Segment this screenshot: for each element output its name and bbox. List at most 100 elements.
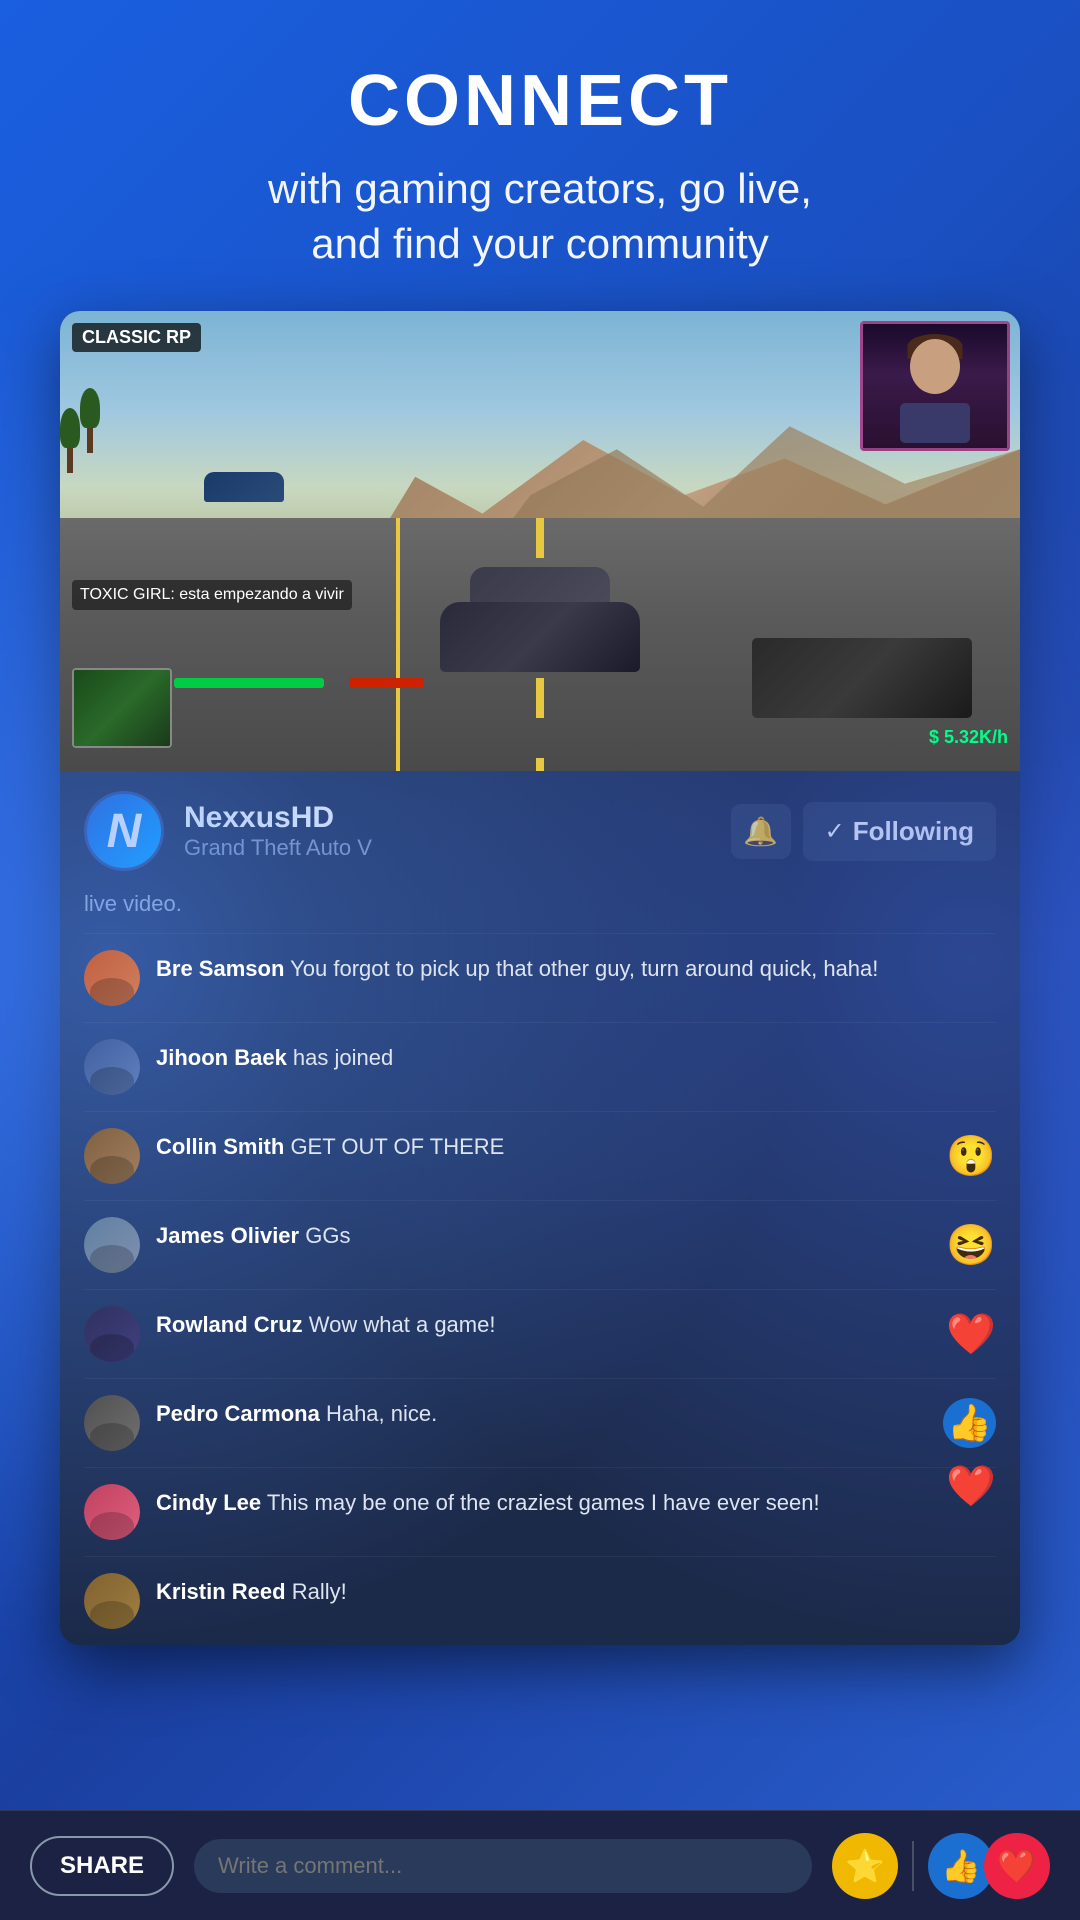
comment-body: Pedro Carmona Haha, nice. bbox=[156, 1395, 996, 1430]
small-car-body bbox=[204, 472, 284, 502]
avatar-jihoon bbox=[84, 1039, 140, 1095]
following-label: Following bbox=[853, 816, 974, 847]
avatar-bre bbox=[84, 950, 140, 1006]
comment-body: Cindy Lee This may be one of the crazies… bbox=[156, 1484, 996, 1519]
comment-avatar bbox=[84, 1039, 140, 1095]
person-head bbox=[910, 339, 960, 394]
comment-name: Cindy Lee bbox=[156, 1490, 261, 1515]
comment-item: Collin Smith GET OUT OF THERE 😲 bbox=[84, 1111, 996, 1200]
hud-chat: TOXIC GIRL: esta empezando a vivir bbox=[72, 580, 352, 610]
star-icon: ⭐ bbox=[845, 1847, 885, 1885]
comment-avatar bbox=[84, 1217, 140, 1273]
avatar-collin bbox=[84, 1128, 140, 1184]
bell-icon: 🔔 bbox=[743, 815, 778, 848]
truck-body bbox=[752, 638, 972, 718]
comment-text: Pedro Carmona Haha, nice. bbox=[156, 1401, 437, 1426]
star-reaction-button[interactable]: ⭐ bbox=[832, 1833, 898, 1899]
like-icon: 👍 bbox=[941, 1847, 981, 1885]
check-icon: ✓ bbox=[825, 817, 845, 846]
comment-name: Rowland Cruz bbox=[156, 1312, 303, 1337]
comment-text: Rowland Cruz Wow what a game! bbox=[156, 1312, 495, 1337]
health-green bbox=[174, 678, 324, 688]
comment-avatar bbox=[84, 1573, 140, 1629]
share-button[interactable]: SHARE bbox=[30, 1836, 174, 1896]
streamer-name: NexxusHD bbox=[184, 801, 711, 835]
stream-actions: 🔔 ✓ Following bbox=[731, 802, 996, 861]
comment-text: Collin Smith GET OUT OF THERE bbox=[156, 1134, 504, 1159]
comment-item: Kristin Reed Rally! bbox=[84, 1556, 996, 1645]
avatar-pedro bbox=[84, 1395, 140, 1451]
divider bbox=[912, 1841, 914, 1891]
hud-label: CLASSIC RP bbox=[72, 323, 201, 352]
comment-text: Kristin Reed Rally! bbox=[156, 1579, 347, 1604]
page-header: CONNECT with gaming creators, go live,an… bbox=[0, 0, 1080, 311]
stream-card: CLASSIC RP TOXIC GIRL: esta empezando a … bbox=[60, 311, 1020, 1645]
tree-2 bbox=[80, 383, 100, 453]
comment-avatar bbox=[84, 1128, 140, 1184]
following-button[interactable]: ✓ Following bbox=[803, 802, 996, 861]
comment-item: James Olivier GGs 😆 bbox=[84, 1200, 996, 1289]
minimap-inner bbox=[74, 670, 170, 746]
comment-name: Kristin Reed bbox=[156, 1579, 286, 1604]
car-small bbox=[204, 472, 284, 512]
comment-name: Bre Samson bbox=[156, 956, 284, 981]
reaction-emoji: 👍 bbox=[943, 1398, 996, 1448]
comment-item: Jihoon Baek has joined bbox=[84, 1022, 996, 1111]
person-shirt bbox=[900, 403, 970, 443]
comments-section: Bre Samson You forgot to pick up that ot… bbox=[60, 933, 1020, 1645]
comment-name: Pedro Carmona bbox=[156, 1401, 320, 1426]
streamer-avatar: N bbox=[84, 791, 164, 871]
bottom-action-bar: SHARE ⭐ 👍 ❤️ bbox=[0, 1810, 1080, 1920]
comment-avatar bbox=[84, 1306, 140, 1362]
stream-game: Grand Theft Auto V bbox=[184, 835, 711, 861]
car-body bbox=[440, 602, 640, 672]
bell-button[interactable]: 🔔 bbox=[731, 804, 791, 859]
webcam-overlay bbox=[860, 321, 1010, 451]
avatar-cindy bbox=[84, 1484, 140, 1540]
comment-name: Jihoon Baek bbox=[156, 1045, 287, 1070]
health-red bbox=[349, 678, 424, 688]
comment-text: Bre Samson You forgot to pick up that ot… bbox=[156, 956, 878, 981]
comment-text: Jihoon Baek has joined bbox=[156, 1045, 393, 1070]
comment-input[interactable] bbox=[194, 1839, 812, 1893]
comment-item: Pedro Carmona Haha, nice. 👍 bbox=[84, 1378, 996, 1467]
comment-name: Collin Smith bbox=[156, 1134, 284, 1159]
hud-stat: $ 5.32K/h bbox=[929, 727, 1008, 748]
comment-item: Bre Samson You forgot to pick up that ot… bbox=[84, 933, 996, 1022]
reaction-emoji: ❤️ bbox=[946, 1311, 996, 1358]
hud-minimap bbox=[72, 668, 172, 748]
avatar-rowland bbox=[84, 1306, 140, 1362]
stream-text: NexxusHD Grand Theft Auto V bbox=[184, 801, 711, 861]
comment-text: James Olivier GGs bbox=[156, 1223, 350, 1248]
avatar-kristin bbox=[84, 1573, 140, 1629]
comment-item: Rowland Cruz Wow what a game! ❤️ bbox=[84, 1289, 996, 1378]
page-subtitle: with gaming creators, go live,and find y… bbox=[40, 162, 1040, 271]
live-text: live video. bbox=[84, 891, 182, 916]
streamer-face bbox=[863, 324, 1007, 448]
reaction-emoji: 😆 bbox=[946, 1222, 996, 1269]
car-main bbox=[440, 602, 640, 702]
comment-body: Bre Samson You forgot to pick up that ot… bbox=[156, 950, 996, 985]
comment-body: Jihoon Baek has joined bbox=[156, 1039, 996, 1074]
hud-healthbar bbox=[174, 678, 424, 688]
car-roof bbox=[470, 567, 610, 607]
reaction-buttons: ⭐ 👍 ❤️ bbox=[832, 1833, 1050, 1899]
road-line-left bbox=[396, 518, 400, 771]
heart-reaction-button[interactable]: ❤️ bbox=[984, 1833, 1050, 1899]
reaction-emoji: ❤️ bbox=[946, 1462, 996, 1509]
tree-1 bbox=[60, 403, 80, 473]
comment-item: Cindy Lee This may be one of the crazies… bbox=[84, 1467, 996, 1556]
video-player[interactable]: CLASSIC RP TOXIC GIRL: esta empezando a … bbox=[60, 311, 1020, 771]
comment-body: Kristin Reed Rally! bbox=[156, 1573, 996, 1608]
comment-avatar bbox=[84, 1395, 140, 1451]
avatar-james bbox=[84, 1217, 140, 1273]
stream-info-bar: N NexxusHD Grand Theft Auto V 🔔 ✓ Follow… bbox=[60, 771, 1020, 891]
comment-body: James Olivier GGs bbox=[156, 1217, 996, 1252]
reaction-emoji: 😲 bbox=[946, 1133, 996, 1180]
comment-name: James Olivier bbox=[156, 1223, 299, 1248]
comment-avatar bbox=[84, 950, 140, 1006]
live-text-bar: live video. bbox=[60, 891, 1020, 933]
avatar-letter: N bbox=[107, 804, 142, 859]
page-title: CONNECT bbox=[40, 60, 1040, 142]
comment-avatar bbox=[84, 1484, 140, 1540]
